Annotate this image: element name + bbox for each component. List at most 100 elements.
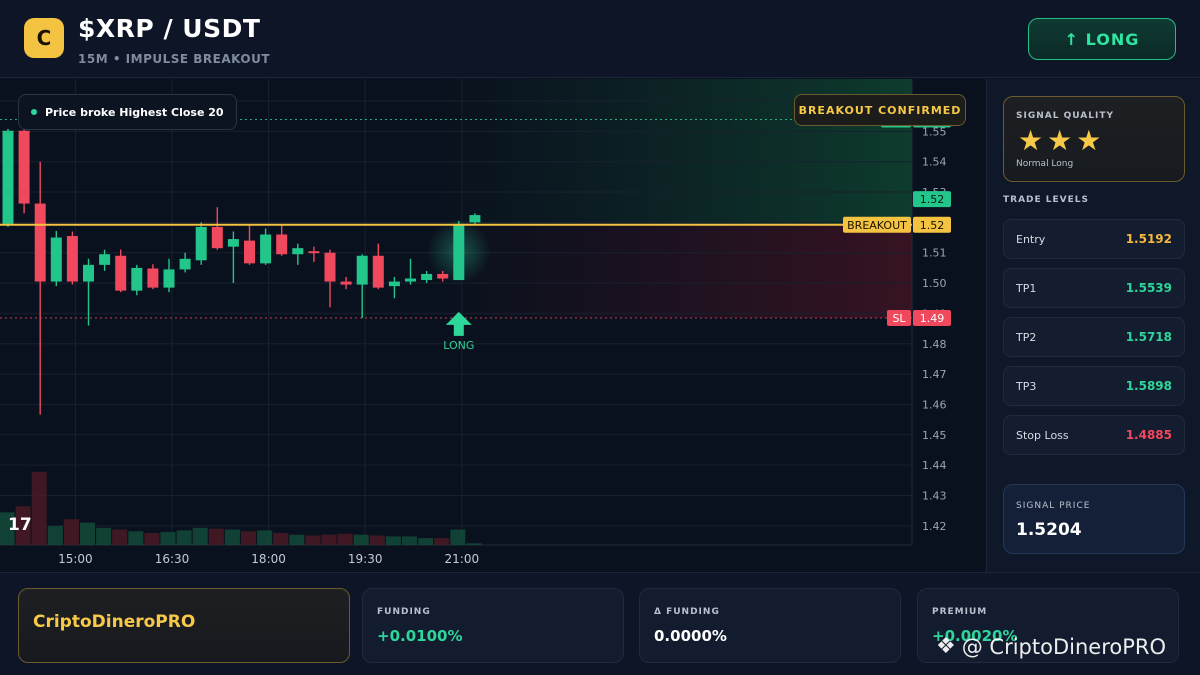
trade-level-row: TP3 1.5898 [1003, 366, 1185, 406]
trade-level-name: TP3 [1016, 380, 1037, 393]
stat-card: Δ FUNDING 0.0000% [639, 588, 901, 663]
stat-label: FUNDING [377, 607, 431, 617]
sidebar: SIGNAL QUALITY ★★★ Normal Long TRADE LEV… [986, 79, 1200, 572]
trade-level-value: 1.5898 [1125, 379, 1172, 393]
y-tick-label: 1.51 [922, 247, 947, 260]
candle-body [227, 239, 239, 247]
candle-body [437, 273, 449, 279]
volume-bar [241, 531, 256, 545]
price-chart[interactable]: LONG1.561.551.541.531.521.511.501.491.48… [0, 79, 985, 572]
candle-body [147, 268, 159, 288]
volume-bar [385, 536, 401, 545]
volume-bar [144, 532, 160, 545]
pair-title: $XRP / USDT [78, 14, 261, 43]
long-signal-label: LONG [443, 339, 474, 352]
trade-level-name: Stop Loss [1016, 429, 1069, 442]
y-tick-label: 1.44 [922, 459, 947, 472]
volume-bar [192, 527, 208, 545]
volume-bar [47, 526, 63, 545]
volume-bar [337, 533, 353, 545]
stat-value: +0.0100% [377, 627, 463, 645]
breakout-tag: BREAKOUT [847, 219, 907, 232]
stop-loss-zone [440, 224, 912, 318]
brand-card: CriptoDineroPRO [18, 588, 350, 663]
volume-bar [450, 529, 466, 545]
candle-body [2, 130, 14, 224]
volume-bar [160, 532, 176, 545]
volume-bar [273, 532, 289, 545]
candle-body [50, 237, 62, 282]
candle-body [276, 234, 288, 255]
chart-canvas[interactable]: LONG1.561.551.541.531.521.511.501.491.48… [0, 79, 985, 572]
volume-bar [305, 535, 321, 545]
candle-body [324, 252, 336, 282]
volume-bar [257, 530, 273, 545]
trade-level-value: 1.5539 [1125, 281, 1172, 295]
signal-price-label: SIGNAL PRICE [1016, 501, 1091, 511]
x-tick-label: 21:00 [445, 552, 480, 566]
y-tick-label: 1.48 [922, 338, 947, 351]
candle-body [211, 226, 223, 249]
y-tick-label: 1.43 [922, 489, 947, 502]
volume-bar [112, 529, 128, 545]
trade-level-row: TP1 1.5539 [1003, 268, 1185, 308]
volume-bar [224, 529, 240, 545]
signal-quality-label: SIGNAL QUALITY [1016, 111, 1114, 121]
trade-level-row: Entry 1.5192 [1003, 219, 1185, 259]
candle-body [179, 258, 191, 270]
trade-level-value: 1.4885 [1125, 428, 1172, 442]
volume-bar [208, 528, 224, 545]
volume-bar [31, 471, 47, 545]
current-price-tag: 1.52 [920, 193, 945, 206]
breakout-note-text: Price broke Highest Close 20 [45, 105, 224, 119]
candle-body [34, 203, 46, 282]
trade-level-value: 1.5192 [1125, 232, 1172, 246]
x-tick-label: 18:00 [251, 552, 286, 566]
candle-body [469, 215, 481, 223]
candle-body [453, 223, 465, 281]
candle-body [195, 226, 207, 261]
x-tick-label: 16:30 [155, 552, 190, 566]
footer: CriptoDineroPRO FUNDING +0.0100% Δ FUNDING… [0, 572, 1200, 675]
candle-body [388, 281, 400, 287]
binance-logo-icon: ❖ [936, 634, 956, 659]
trade-level-name: TP2 [1016, 331, 1037, 344]
x-tick-label: 19:30 [348, 552, 383, 566]
stat-value: 0.0000% [654, 627, 727, 645]
trade-level-row: TP2 1.5718 [1003, 317, 1185, 357]
y-tick-label: 1.54 [922, 156, 947, 169]
candle-body [356, 255, 368, 285]
candle-body [99, 254, 111, 265]
y-tick-label: 1.47 [922, 368, 947, 381]
breakout-confirmed-badge: BREAKOUT CONFIRMED [794, 94, 966, 126]
trade-level-row: Stop Loss 1.4885 [1003, 415, 1185, 455]
volume-bar [466, 543, 482, 545]
candle-body [308, 251, 320, 254]
volume-bar [128, 531, 144, 545]
signal-price-card: SIGNAL PRICE 1.5204 [1003, 484, 1185, 554]
sl-price-tag: 1.49 [920, 312, 945, 325]
volume-bar [176, 530, 192, 545]
long-button[interactable]: ↑ LONG [1028, 18, 1176, 60]
volume-bar [369, 535, 385, 545]
signal-quality-card: SIGNAL QUALITY ★★★ Normal Long [1003, 96, 1185, 182]
volume-bar [418, 538, 434, 545]
volume-bar [353, 534, 369, 545]
tradingview-logo-icon[interactable]: 17 [8, 515, 32, 535]
signal-price-value: 1.5204 [1016, 520, 1082, 540]
candle-body [163, 269, 175, 288]
candle-body [244, 240, 255, 264]
trade-level-value: 1.5718 [1125, 330, 1172, 344]
trade-level-name: Entry [1016, 233, 1046, 246]
volume-bar [289, 534, 305, 545]
stat-label: Δ FUNDING [654, 607, 720, 617]
candle-body [131, 267, 143, 291]
breakout-note: Price broke Highest Close 20 [18, 94, 237, 130]
candle-body [340, 281, 352, 285]
volume-bar [96, 527, 112, 545]
brand-name: CriptoDineroPRO [33, 612, 196, 632]
candle-body [421, 273, 433, 281]
coin-icon: C [24, 18, 64, 58]
y-tick-label: 1.50 [922, 277, 947, 290]
candle-body [18, 130, 30, 204]
